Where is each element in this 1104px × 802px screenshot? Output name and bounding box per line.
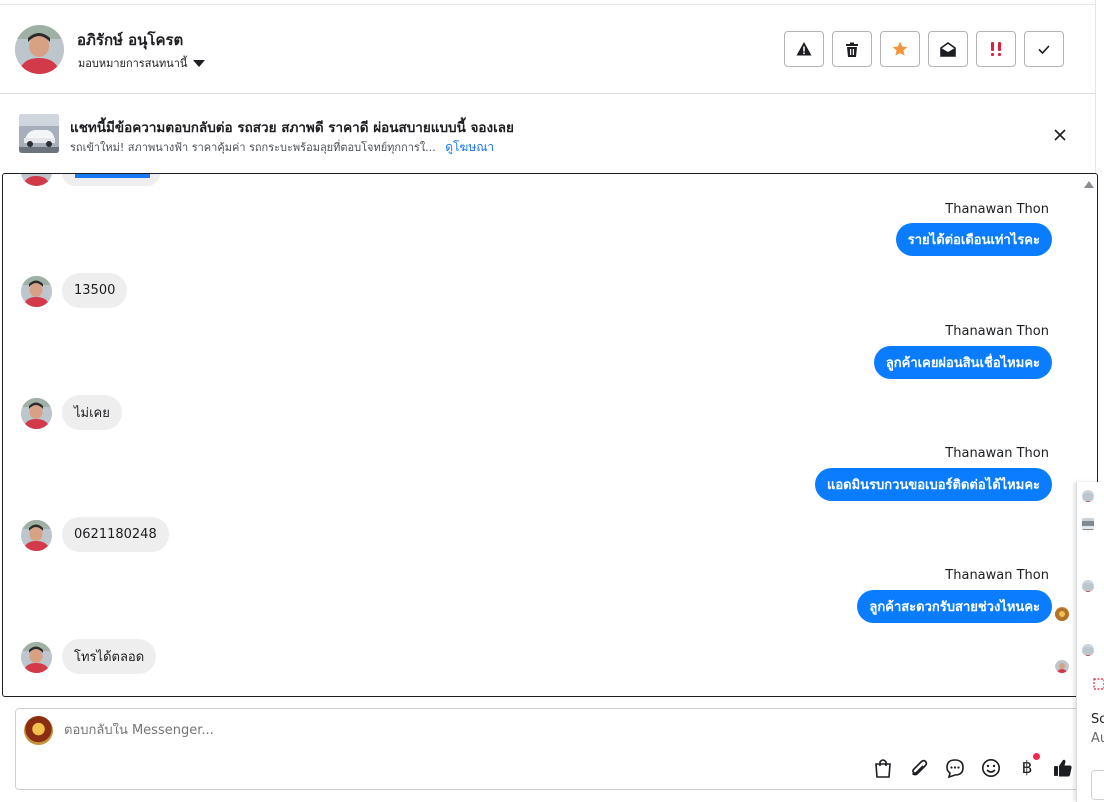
- side-list-item[interactable]: [1082, 490, 1094, 502]
- ad-title: แชทนี้มีข้อความตอบกลับต่อ รถสวย สภาพดี ร…: [70, 120, 514, 136]
- avatar: [1082, 580, 1094, 592]
- link-preview-bar: [75, 174, 150, 178]
- car-photo-icon: [1082, 521, 1094, 530]
- contact-avatar[interactable]: [21, 276, 52, 307]
- notification-dot: [1033, 753, 1040, 760]
- important-icon: [991, 42, 1001, 56]
- emoji-icon: [982, 759, 1000, 777]
- sender-name: Thanawan Thon: [945, 324, 1049, 339]
- message-composer: ฿: [15, 708, 1085, 790]
- ad-thumbnail: [19, 114, 59, 153]
- person-photo-icon: [21, 642, 52, 673]
- reply-input[interactable]: [64, 723, 664, 738]
- sender-name: Thanawan Thon: [945, 446, 1049, 461]
- paperclip-icon: [911, 759, 928, 776]
- conversation-view: อภิรักษ์ อนุโครต มอบหมายการสนทนานี้ แชทน…: [0, 0, 1104, 802]
- ad-referral-banner: แชทนี้มีข้อความตอบกลับต่อ รถสวย สภาพดี ร…: [0, 95, 1096, 173]
- incoming-message[interactable]: โทรได้ตลอด: [62, 639, 157, 674]
- contact-name[interactable]: อภิรักษ์ อนุโครต: [77, 28, 183, 52]
- contact-avatar[interactable]: [21, 642, 52, 673]
- person-photo-icon: [15, 25, 64, 74]
- person-photo-icon: [21, 276, 52, 307]
- delete-button[interactable]: [832, 31, 872, 67]
- saved-replies-button[interactable]: [944, 757, 966, 779]
- composer-toolbar: ฿: [872, 753, 1074, 779]
- shopping-bag-icon: [875, 759, 891, 778]
- mark-done-button[interactable]: [1024, 31, 1064, 67]
- chat-bubble-icon: [946, 759, 964, 778]
- baht-icon: ฿: [1021, 758, 1033, 778]
- contact-avatar[interactable]: [21, 520, 52, 551]
- emoji-button[interactable]: [980, 757, 1002, 779]
- thumbs-up-icon: [1054, 759, 1072, 777]
- mark-important-button[interactable]: [976, 31, 1016, 67]
- link-icon: [1093, 678, 1104, 690]
- seen-avatar-icon: [1055, 607, 1069, 621]
- report-spam-button[interactable]: [784, 31, 824, 67]
- contact-avatar[interactable]: [21, 398, 52, 429]
- side-list-item[interactable]: [1082, 518, 1094, 530]
- seen-avatar-icon: [1055, 608, 1069, 621]
- payment-button[interactable]: ฿: [1016, 753, 1040, 779]
- star-icon: [892, 41, 908, 56]
- incoming-message[interactable]: ไม่เคย: [62, 395, 122, 430]
- mark-unread-icon: [940, 41, 956, 57]
- person-photo-icon: [21, 174, 52, 186]
- car-photo-icon: [19, 114, 59, 153]
- incoming-message[interactable]: 13500: [62, 273, 128, 308]
- close-banner-button[interactable]: [1052, 127, 1068, 143]
- check-icon: [1038, 45, 1050, 55]
- close-icon: [1054, 129, 1066, 141]
- person-photo-icon: [1082, 493, 1094, 502]
- person-photo-icon: [1082, 647, 1094, 656]
- outgoing-message[interactable]: ลูกค้าเคยผ่อนสินเชื่อไหมคะ: [873, 346, 1052, 379]
- person-photo-icon: [21, 520, 52, 551]
- warning-icon: [796, 42, 812, 56]
- side-panel-subtitle: Au: [1091, 731, 1104, 746]
- inbox-side-panel: So Au: [1076, 482, 1104, 802]
- conversation-header: อภิรักษ์ อนุโครต มอบหมายการสนทนานี้: [0, 5, 1096, 94]
- assign-label: มอบหมายการสนทนานี้: [78, 57, 188, 70]
- contact-avatar[interactable]: [15, 25, 64, 74]
- ad-description-text: รถเข้าใหม่! สภาพนางฟ้า ราคาคุ้มค่า รถกระ…: [70, 141, 436, 154]
- side-panel-input[interactable]: [1091, 770, 1104, 800]
- trash-icon: [846, 42, 858, 57]
- attach-button[interactable]: [908, 757, 930, 779]
- avatar: [1082, 644, 1094, 656]
- outgoing-message[interactable]: รายได้ต่อเดือนเท่าไรคะ: [895, 223, 1052, 256]
- star-button[interactable]: [880, 31, 920, 67]
- sender-name: Thanawan Thon: [945, 568, 1049, 583]
- side-panel-title: So: [1091, 712, 1104, 727]
- link-icon[interactable]: [1093, 675, 1104, 694]
- shop-button[interactable]: [872, 757, 894, 779]
- person-photo-icon: [1082, 583, 1094, 592]
- assign-conversation-dropdown[interactable]: มอบหมายการสนทนานี้: [78, 54, 206, 72]
- outgoing-message[interactable]: ลูกค้าสะดวกรับสายช่วงไหนคะ: [857, 590, 1052, 623]
- seen-avatar-icon: [1055, 659, 1069, 673]
- scroll-up-arrow-icon[interactable]: [1084, 181, 1094, 188]
- chevron-down-icon: [193, 59, 206, 67]
- incoming-message[interactable]: 0621180248: [62, 517, 169, 552]
- outgoing-message[interactable]: แอดมินรบกวนขอเบอร์ติดต่อได้ไหมคะ: [814, 468, 1052, 501]
- side-list-item[interactable]: [1082, 644, 1094, 656]
- contact-avatar: [21, 174, 52, 186]
- seen-avatar-icon: [1055, 660, 1069, 673]
- mark-unread-button[interactable]: [928, 31, 968, 67]
- header-actions: [784, 31, 1064, 67]
- avatar: [1082, 490, 1094, 502]
- sender-name: Thanawan Thon: [945, 202, 1049, 217]
- side-list-item[interactable]: [1082, 580, 1094, 592]
- ad-description: รถเข้าใหม่! สภาพนางฟ้า ราคาคุ้มค่า รถกระ…: [70, 138, 494, 157]
- like-button[interactable]: [1052, 757, 1074, 779]
- message-thread[interactable]: Thanawan Thon รายได้ต่อเดือนเท่าไรคะ 135…: [2, 173, 1098, 697]
- page-avatar: [24, 716, 53, 745]
- person-photo-icon: [21, 398, 52, 429]
- thumbnail: [1082, 518, 1094, 530]
- view-ad-link[interactable]: ดูโฆษณา: [445, 140, 494, 154]
